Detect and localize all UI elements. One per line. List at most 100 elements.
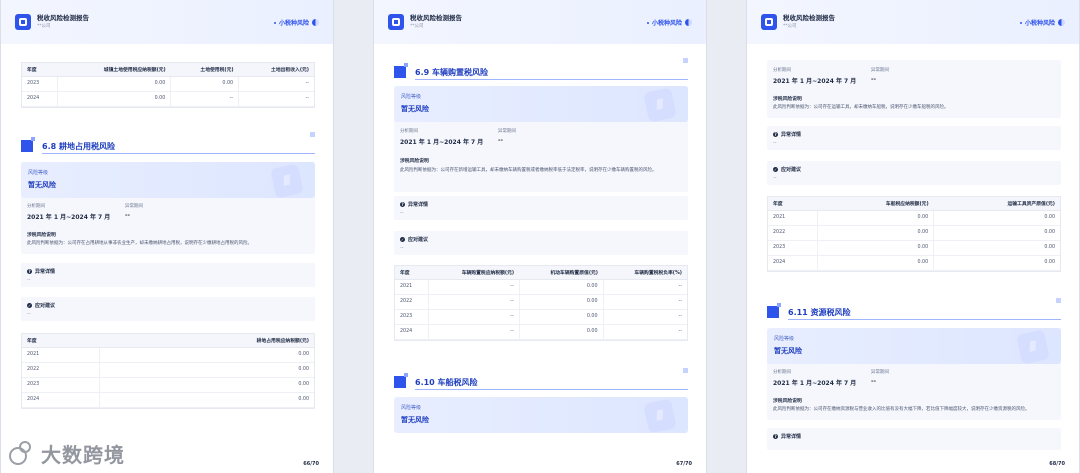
table-header-cell: 车船税应纳税额(元) bbox=[817, 197, 934, 211]
risk-level-value: 暂无风险 bbox=[401, 105, 429, 113]
risk-description-text: 此风险判断依据为：公司存在运输工具，却未缴纳车船税，说明存在少缴车船税的风险。 bbox=[773, 105, 949, 110]
table-cell: 0.00 bbox=[519, 294, 604, 310]
advice-box: ✓ 应对建议 -- bbox=[767, 161, 1061, 185]
table-cell: 2021 bbox=[395, 279, 429, 295]
section-heading: 6.8 耕地占用税风险 bbox=[21, 132, 315, 156]
section-divider bbox=[415, 79, 688, 80]
table-cell: 2021 bbox=[768, 210, 819, 226]
table-cell: -- bbox=[603, 294, 687, 310]
table-cell: 0.00 bbox=[933, 225, 1060, 241]
section-corner-square-icon bbox=[683, 58, 688, 63]
abnormal-detail-value: -- bbox=[400, 210, 404, 216]
risk-level-label: 风险等级 bbox=[401, 94, 422, 100]
dot-icon bbox=[1019, 21, 1022, 24]
table-header-cell: 城镇土地使用税应纳税额(元) bbox=[57, 63, 171, 77]
table-cell: 0.00 bbox=[817, 225, 935, 241]
report-title: 税收风险检测报告 bbox=[37, 14, 89, 22]
section-square-icon bbox=[21, 140, 33, 152]
table-header-cell: 年度 bbox=[22, 334, 100, 348]
period-label: 分析期间 bbox=[773, 370, 791, 375]
advice-title: 应对建议 bbox=[408, 237, 429, 243]
advice-value: -- bbox=[773, 175, 777, 181]
period-value: 2021 年 1 月~2024 年 7 月 bbox=[773, 78, 857, 85]
risk-info-box: 风险等级 暂无风险 分析期间 2021 年 1 月~2024 年 7 月 异常期… bbox=[767, 328, 1061, 420]
table-cell: 0.00 bbox=[99, 347, 314, 363]
report-logo-icon bbox=[761, 14, 777, 30]
report-page-68: 税收风险检测报告 **公司 小税种风险 分析期间 2021 年 1 月~2024… bbox=[746, 0, 1080, 473]
dot-icon bbox=[273, 21, 276, 24]
period-label: 分析期间 bbox=[27, 204, 45, 209]
header-tag: 小税种风险 bbox=[1019, 18, 1065, 27]
land-use-tax-table: 年度 城镇土地使用税应纳税额(元) 土地使用税(元) 土地出租收入(元) 202… bbox=[21, 62, 315, 108]
table-cell: -- bbox=[603, 324, 687, 340]
page-number: 67/70 bbox=[676, 461, 692, 467]
table-cell: 0.00 bbox=[519, 309, 604, 325]
table-header-row: 年度 车船税应纳税额(元) 运输工具资产原值(元) bbox=[768, 197, 1060, 211]
table-cell: -- bbox=[428, 294, 520, 310]
vehicle-vessel-tax-table: 年度 车船税应纳税额(元) 运输工具资产原值(元) 2021 0.00 0.00 2… bbox=[767, 196, 1061, 272]
abnormal-detail-title: 异常详情 bbox=[781, 434, 802, 440]
table-header-row: 年度 耕地占用税应纳税额(元) bbox=[22, 334, 314, 348]
question-icon: ? bbox=[773, 132, 778, 137]
risk-level-label: 风险等级 bbox=[401, 405, 422, 411]
table-cell: 0.00 bbox=[99, 392, 314, 408]
table-header-cell: 年度 bbox=[395, 266, 429, 280]
risk-level-label: 风险等级 bbox=[28, 170, 49, 176]
section-heading: 6.11 资源税风险 bbox=[767, 298, 1061, 322]
period-value: 2021 年 1 月~2024 年 7 月 bbox=[27, 214, 111, 221]
page-header: 税收风险检测报告 **公司 小税种风险 bbox=[1, 0, 333, 44]
table-cell: 0.00 bbox=[817, 210, 935, 226]
table-header-cell: 年度 bbox=[22, 63, 58, 77]
farmland-tax-table: 年度 耕地占用税应纳税额(元) 2021 0.00 2022 0.00 2023 0.… bbox=[21, 333, 315, 409]
table-row: 2022 0.00 0.00 bbox=[768, 225, 1060, 241]
table-row: 2021 0.00 0.00 bbox=[768, 210, 1060, 226]
abnormal-period-label: 异常期间 bbox=[871, 68, 889, 73]
abnormal-detail-box: ? 异常详情 -- bbox=[21, 263, 315, 287]
table-header-cell: 运输工具资产原值(元) bbox=[933, 197, 1060, 211]
check-icon: ✓ bbox=[27, 303, 32, 308]
section-square-small-icon bbox=[31, 137, 35, 141]
table-cell: -- bbox=[170, 91, 240, 107]
page-header: 税收风险检测报告 **公司 小税种风险 bbox=[374, 0, 706, 44]
question-icon: ? bbox=[400, 202, 405, 207]
check-icon: ✓ bbox=[773, 167, 778, 172]
report-logo-icon bbox=[388, 14, 404, 30]
shield-icon bbox=[270, 163, 304, 198]
table-row: 2022 0.00 bbox=[22, 362, 314, 378]
section-divider bbox=[415, 389, 688, 390]
table-cell: 0.00 bbox=[57, 76, 172, 92]
table-cell: 2023 bbox=[768, 240, 819, 256]
report-page-66: 税收风险检测报告 **公司 小税种风险 年度 城镇土地使用税应纳税额(元) 土地… bbox=[0, 0, 334, 473]
abnormal-detail-value: -- bbox=[27, 277, 31, 283]
risk-description-text: 此风险判断依据为：公司存在占用耕地从事非农业生产，却未缴纳耕地占用税，说明存在少… bbox=[27, 241, 252, 246]
table-header-row: 年度 车辆购置税应纳税额(元) 机动车辆购置原值(元) 车辆购置税税负率(%) bbox=[395, 266, 687, 280]
section-title: 6.8 耕地占用税风险 bbox=[42, 142, 115, 151]
table-cell: 0.00 bbox=[170, 76, 240, 92]
table-cell: -- bbox=[428, 309, 520, 325]
vehicle-purchase-tax-table: 年度 车辆购置税应纳税额(元) 机动车辆购置原值(元) 车辆购置税税负率(%) … bbox=[394, 265, 688, 341]
table-cell: 0.00 bbox=[99, 362, 314, 378]
table-cell: -- bbox=[428, 279, 520, 295]
risk-info-box: 风险等级 暂无风险 分析期间 2021 年 1 月~2024 年 7 月 异常期… bbox=[394, 86, 688, 192]
half-circle-icon bbox=[685, 19, 692, 26]
period-value: 2021 年 1 月~2024 年 7 月 bbox=[773, 380, 857, 387]
abnormal-period-value: -- bbox=[871, 378, 876, 385]
shield-icon bbox=[1016, 329, 1050, 364]
section-divider bbox=[42, 153, 315, 154]
abnormal-detail-value: -- bbox=[773, 140, 777, 146]
section-square-icon bbox=[394, 376, 406, 388]
table-row: 2021 -- 0.00 -- bbox=[395, 279, 687, 295]
table-cell: 0.00 bbox=[933, 255, 1060, 271]
advice-title: 应对建议 bbox=[35, 303, 56, 309]
abnormal-period-label: 异常期间 bbox=[498, 129, 516, 134]
table-cell: -- bbox=[603, 279, 687, 295]
section-corner-square-icon bbox=[1056, 298, 1061, 303]
table-cell: 2023 bbox=[22, 377, 101, 393]
table-row: 2024 0.00 0.00 bbox=[768, 255, 1060, 271]
table-cell: 2022 bbox=[395, 294, 429, 310]
table-cell: 2024 bbox=[768, 255, 819, 271]
advice-value: -- bbox=[27, 311, 31, 317]
section-title: 6.10 车船税风险 bbox=[415, 378, 478, 387]
section-title: 6.9 车辆购置税风险 bbox=[415, 68, 488, 77]
risk-level-value: 暂无风险 bbox=[28, 181, 56, 189]
